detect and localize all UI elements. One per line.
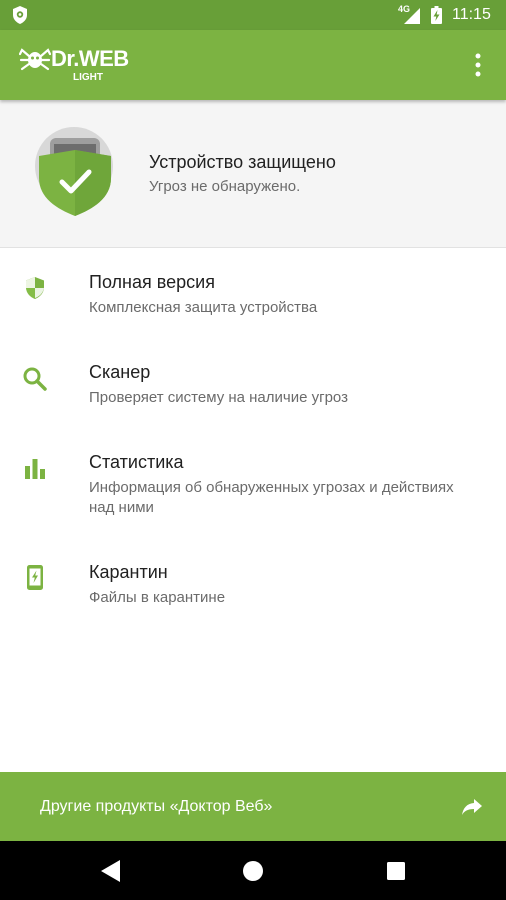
- phone-quarantine-icon: [27, 565, 43, 590]
- protection-title: Устройство защищено: [149, 152, 336, 172]
- recent-apps-icon[interactable]: [386, 861, 406, 881]
- protection-subtitle: Угроз не обнаружено.: [149, 178, 301, 195]
- menu-item-title: Статистика: [89, 452, 184, 472]
- home-icon[interactable]: [242, 860, 264, 882]
- clock: 11:15: [452, 6, 491, 23]
- share-forward-icon[interactable]: [460, 794, 484, 818]
- shield-icon: [26, 277, 44, 299]
- protection-status-card[interactable]: Устройство защищено Угроз не обнаружено.: [0, 100, 506, 248]
- app-bar: Dr.WEB LIGHT: [0, 30, 506, 100]
- spider-logo-icon: [19, 48, 51, 71]
- menu-item-title: Сканер: [89, 362, 151, 382]
- menu-item-subtitle: Информация об обнаруженных угрозах и дей…: [89, 479, 454, 516]
- logo-edition: LIGHT: [73, 72, 103, 83]
- logo-text: Dr.WEB: [51, 46, 129, 71]
- protected-shield-icon: [39, 138, 111, 216]
- overflow-menu-icon[interactable]: [470, 52, 486, 78]
- back-icon[interactable]: [98, 858, 122, 884]
- search-icon: [23, 367, 47, 391]
- menu-item-statistics[interactable]: Статистика Информация об обнаруженных уг…: [0, 430, 506, 540]
- menu-item-title: Карантин: [89, 562, 168, 582]
- other-products-bar[interactable]: Другие продукты «Доктор Веб»: [0, 772, 506, 841]
- menu-item-title: Полная версия: [89, 272, 215, 292]
- drweb-logo: Dr.WEB LIGHT: [19, 46, 169, 86]
- menu-item-subtitle: Проверяет систему на наличие угроз: [89, 389, 348, 406]
- other-products-label: Другие продукты «Доктор Веб»: [40, 798, 273, 815]
- drweb-notification-icon: [13, 6, 27, 24]
- system-navigation-bar: [0, 841, 506, 900]
- battery-charging-icon: [431, 6, 442, 24]
- signal-icon: [404, 8, 420, 24]
- bar-chart-icon: [25, 459, 45, 479]
- menu-item-subtitle: Комплексная защита устройства: [89, 299, 318, 316]
- menu-item-scanner[interactable]: Сканер Проверяет систему на наличие угро…: [0, 340, 506, 428]
- menu-item-subtitle: Файлы в карантине: [89, 589, 226, 606]
- status-bar: 4G 11:15: [0, 0, 506, 30]
- menu-item-quarantine[interactable]: Карантин Файлы в карантине: [0, 540, 506, 628]
- menu-item-full-version[interactable]: Полная версия Комплексная защита устройс…: [0, 250, 506, 338]
